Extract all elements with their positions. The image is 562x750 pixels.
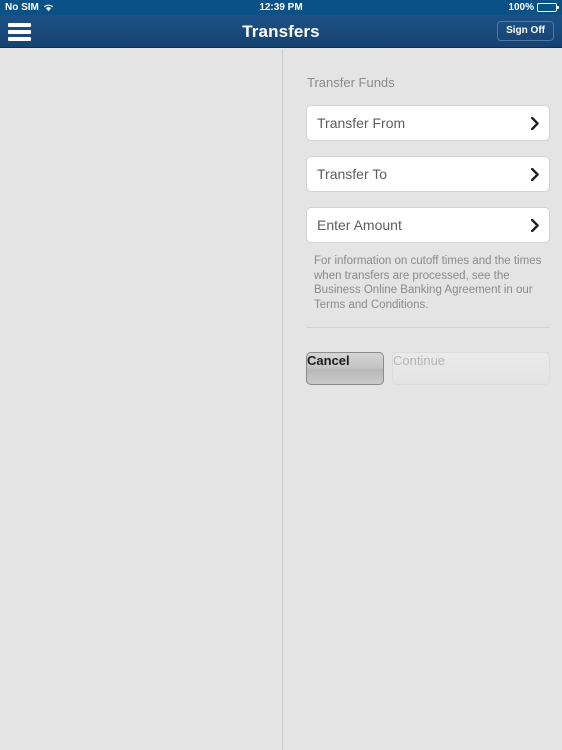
- section-divider: [306, 327, 550, 328]
- transfer-form-pane: Transfer Funds Transfer From Transfer To…: [283, 49, 562, 750]
- transfer-from-label: Transfer From: [317, 115, 406, 131]
- cutoff-times-disclaimer: For information on cutoff times and the …: [314, 255, 542, 311]
- transfer-from-field[interactable]: Transfer From: [306, 105, 550, 141]
- status-bar-right: 100%: [508, 0, 559, 15]
- cancel-button[interactable]: Cancel: [306, 352, 384, 385]
- battery-full-icon: [537, 3, 559, 12]
- app-root: No SIM 12:39 PM 100% Transfers Sign Off …: [0, 0, 562, 750]
- transfer-to-field[interactable]: Transfer To: [306, 156, 550, 192]
- status-bar: No SIM 12:39 PM 100%: [0, 0, 562, 15]
- page-title: Transfers: [242, 22, 320, 41]
- battery-percent-label: 100%: [508, 2, 534, 13]
- section-title: Transfer Funds: [307, 75, 395, 90]
- nav-bar: Transfers Sign Off: [0, 15, 562, 48]
- left-detail-pane: [0, 49, 283, 750]
- continue-button: Continue: [392, 352, 550, 385]
- chevron-right-icon: [531, 157, 539, 191]
- transfer-to-label: Transfer To: [317, 166, 388, 182]
- sign-off-button[interactable]: Sign Off: [497, 21, 554, 41]
- enter-amount-field[interactable]: Enter Amount: [306, 207, 550, 243]
- status-bar-clock: 12:39 PM: [259, 2, 303, 13]
- chevron-right-icon: [531, 208, 539, 242]
- chevron-right-icon: [531, 106, 539, 140]
- enter-amount-label: Enter Amount: [317, 217, 402, 233]
